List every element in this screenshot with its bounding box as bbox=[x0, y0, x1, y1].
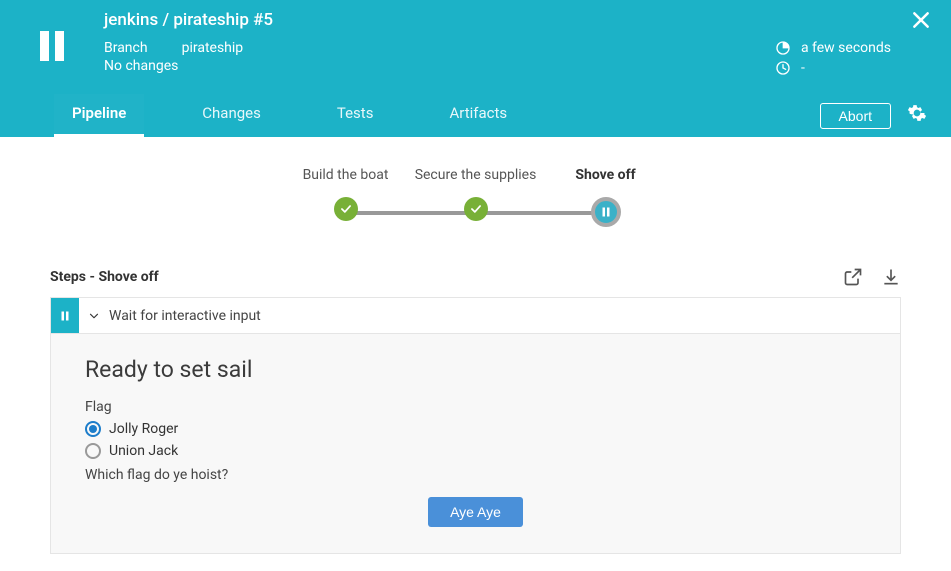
settings-button[interactable] bbox=[907, 103, 927, 123]
stage-connector bbox=[475, 211, 605, 215]
tab-pipeline[interactable]: Pipeline bbox=[54, 94, 144, 137]
stage-status-done-icon bbox=[464, 197, 488, 221]
branch-value: pirateship bbox=[182, 40, 244, 56]
open-external-icon bbox=[843, 267, 863, 287]
tab-label: Pipeline bbox=[72, 104, 126, 122]
abort-button[interactable]: Abort bbox=[820, 103, 891, 129]
radio-label: Jolly Roger bbox=[109, 421, 178, 437]
close-icon bbox=[911, 10, 931, 30]
input-heading: Ready to set sail bbox=[85, 356, 866, 383]
close-button[interactable] bbox=[911, 10, 931, 34]
stage-connector bbox=[345, 211, 475, 215]
radio-option[interactable]: Jolly Roger bbox=[85, 421, 866, 437]
tab-artifacts[interactable]: Artifacts bbox=[431, 94, 525, 137]
step-body: Ready to set sail Flag Jolly Roger Union… bbox=[51, 334, 900, 553]
tab-label: Artifacts bbox=[449, 104, 507, 122]
download-log-button[interactable] bbox=[881, 267, 901, 287]
chevron-down-icon bbox=[87, 309, 101, 323]
duration-text: a few seconds bbox=[801, 40, 891, 56]
stage-label: Secure the supplies bbox=[415, 167, 537, 183]
duration-icon bbox=[775, 40, 791, 56]
breadcrumb: jenkins / pirateship #5 bbox=[104, 10, 931, 30]
stage-node[interactable]: Shove off bbox=[541, 167, 671, 227]
step-name: Wait for interactive input bbox=[109, 298, 900, 333]
submit-button[interactable]: Aye Aye bbox=[428, 497, 523, 527]
stage-label: Build the boat bbox=[303, 167, 389, 183]
steps-title: Steps - Shove off bbox=[50, 269, 159, 285]
stage-status-done-icon bbox=[334, 197, 358, 221]
tab-changes[interactable]: Changes bbox=[184, 94, 279, 137]
radio-icon bbox=[85, 421, 101, 437]
expand-toggle[interactable] bbox=[79, 298, 109, 333]
stage-graph: Build the boat Secure the supplies Shove… bbox=[0, 137, 951, 267]
tab-label: Changes bbox=[202, 104, 261, 122]
download-icon bbox=[881, 267, 901, 287]
run-header: jenkins / pirateship #5 Branch pirateshi… bbox=[0, 0, 951, 137]
clock-icon bbox=[775, 60, 791, 76]
help-text: Which flag do ye hoist? bbox=[85, 467, 866, 483]
branch-label: Branch bbox=[104, 40, 148, 56]
changes-text: No changes bbox=[104, 58, 243, 74]
tab-label: Tests bbox=[337, 104, 374, 122]
tabs: Pipeline Changes Tests Artifacts bbox=[54, 94, 820, 137]
step-status-icon bbox=[51, 298, 79, 333]
stage-node[interactable]: Build the boat bbox=[281, 167, 411, 221]
stage-label: Shove off bbox=[575, 167, 635, 183]
radio-icon bbox=[85, 443, 101, 459]
step-header[interactable]: Wait for interactive input bbox=[51, 298, 900, 334]
open-log-button[interactable] bbox=[843, 267, 863, 287]
step-card: Wait for interactive input Ready to set … bbox=[50, 297, 901, 554]
radio-option[interactable]: Union Jack bbox=[85, 443, 866, 459]
radio-label: Union Jack bbox=[109, 443, 178, 459]
completed-text: - bbox=[801, 60, 805, 76]
field-label: Flag bbox=[85, 399, 866, 415]
stage-status-running-icon bbox=[591, 197, 621, 227]
gear-icon bbox=[907, 103, 927, 123]
run-status-icon bbox=[20, 14, 84, 78]
tab-tests[interactable]: Tests bbox=[319, 94, 392, 137]
